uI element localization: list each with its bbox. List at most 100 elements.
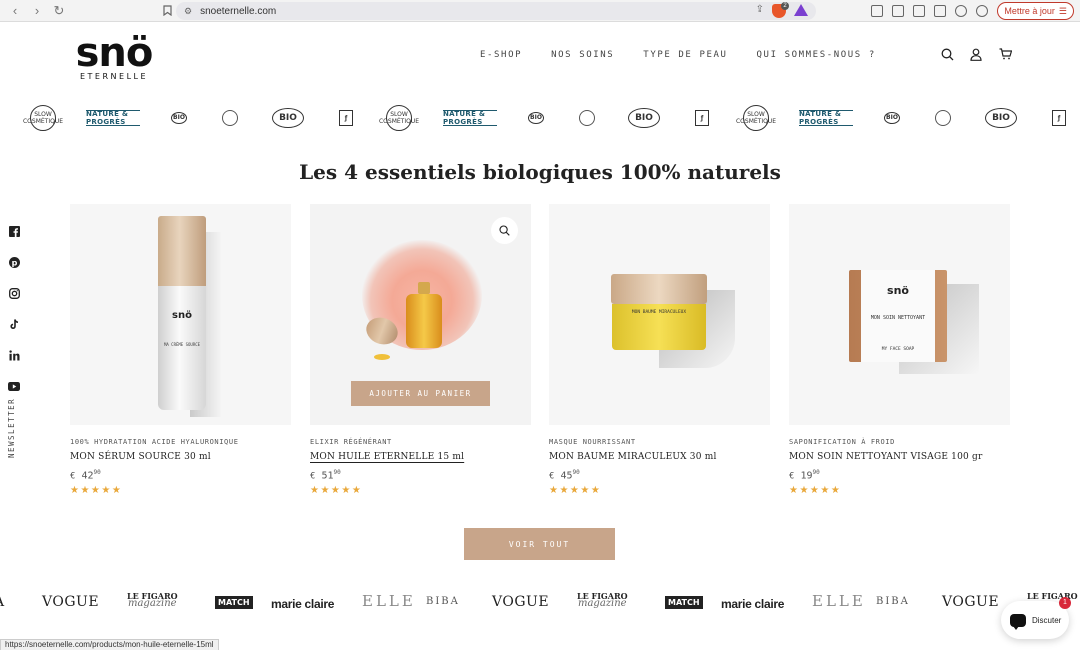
bottle-cap (158, 216, 206, 286)
forward-icon[interactable]: › (28, 2, 46, 20)
product-name[interactable]: MON SOIN NETTOYANT VISAGE 100 gr (789, 452, 1010, 462)
cart-icon[interactable] (998, 47, 1012, 61)
bottle-product-label: MA CRÈME SOURCE (163, 342, 201, 347)
pinterest-icon[interactable]: p (8, 256, 20, 268)
jar-lid (611, 274, 707, 304)
soap-sublabel: MY FACE SOAP (881, 347, 915, 352)
browser-right-controls: Mettre à jour ☰ (871, 2, 1074, 20)
product-price: € 4290 (70, 469, 291, 481)
share-icon[interactable]: ⇪ (756, 4, 764, 15)
linkedin-icon[interactable] (8, 349, 20, 361)
figaro-sub: magazine (577, 598, 627, 609)
search-icon[interactable] (940, 47, 954, 61)
press-logos: A VOGUE LE FIGAROmagazine MATCH marie cl… (0, 588, 1080, 620)
zoom-icon (499, 225, 510, 236)
leo-ai-icon[interactable] (955, 5, 968, 17)
soap-label: MON SOIN NETTOYANT (870, 315, 926, 321)
product-category: MASQUE NOURRISSANT (549, 438, 636, 446)
price-currency: € (70, 471, 76, 482)
logo-mark: snö (75, 30, 154, 76)
brave-shields-icon[interactable]: 2 (772, 2, 789, 18)
press-logo-vogue: VOGUE (42, 594, 100, 610)
product-card-serum[interactable]: snö MA CRÈME SOURCE 100% HYDRATATION ACI… (70, 204, 291, 496)
product-name[interactable]: MON BAUME MIRACULEUX 30 ml (549, 452, 770, 462)
cosmos-bio-text: BIO (884, 112, 900, 124)
certification-logos: SLOW COSMÉTIQUE NATURE & PROGRÈS BIO BIO… (0, 103, 1080, 133)
price-currency: € (789, 471, 795, 482)
nav-nos-soins[interactable]: NOS SOINS (551, 50, 614, 60)
product-category: ELIXIR RÉGÉNÉRANT (310, 438, 392, 446)
press-logo-marie-claire: marie claire (271, 597, 335, 611)
soap-brand: snö (887, 284, 909, 297)
product-category: 100% HYDRATATION ACIDE HYALURONIQUE (70, 438, 239, 446)
price-cents: 90 (812, 469, 820, 476)
bio-logo: BIO (272, 108, 304, 128)
product-name[interactable]: MON SÉRUM SOURCE 30 ml (70, 452, 291, 462)
bookmark-icon[interactable] (160, 4, 174, 18)
add-to-cart-button[interactable]: AJOUTER AU PANIER (351, 381, 490, 406)
price-amount: 45 (560, 470, 573, 482)
oil-bottle-illustration (406, 282, 442, 348)
quick-view-button[interactable] (491, 217, 518, 244)
screenshot-icon[interactable] (892, 5, 905, 17)
reload-icon[interactable]: ↻ (50, 2, 68, 20)
site-settings-icon[interactable]: ⚙ (184, 6, 192, 17)
price-amount: 42 (81, 470, 94, 482)
header-actions (940, 47, 1012, 61)
bottle-body: snö MA CRÈME SOURCE (158, 286, 206, 410)
newsletter-tab[interactable]: NEWSLETTER (7, 398, 16, 458)
chat-label: Discuter (1032, 615, 1062, 625)
price-cents: 90 (93, 469, 101, 476)
instagram-icon[interactable] (8, 287, 20, 299)
product-name[interactable]: MON HUILE ETERNELLE 15 ml (310, 452, 531, 462)
wallet-icon[interactable] (934, 5, 947, 17)
product-card-soap[interactable]: snö MON SOIN NETTOYANT MY FACE SOAP SAPO… (789, 204, 1010, 496)
price-cents: 90 (572, 469, 580, 476)
nav-qui-sommes-nous[interactable]: QUI SOMMES-NOUS ? (757, 50, 876, 60)
view-all-button[interactable]: VOIR TOUT (464, 528, 615, 560)
price-currency: € (549, 471, 555, 482)
ff-logo: ƒ (1052, 110, 1066, 126)
press-logo-marie-claire: marie claire (721, 597, 785, 611)
price-amount: 19 (800, 470, 813, 482)
bottle-brand: snö (172, 310, 192, 321)
product-image[interactable]: MON BAUME MIRACULEUX (549, 204, 770, 425)
product-card-baume[interactable]: MON BAUME MIRACULEUX MASQUE NOURRISSANT … (549, 204, 770, 496)
balm-jar-illustration: MON BAUME MIRACULEUX (611, 274, 707, 354)
address-bar[interactable]: ⚙ snoeternelle.com ⇪ 2 (176, 2, 816, 20)
vpn-icon[interactable] (976, 5, 989, 17)
nav-eshop[interactable]: E-SHOP (480, 50, 522, 60)
cosmos-organic-logo: BIO (880, 105, 904, 131)
price-currency: € (310, 471, 316, 482)
sidebar-icon[interactable] (913, 5, 926, 17)
account-icon[interactable] (969, 47, 983, 61)
vegan-logo (222, 110, 238, 126)
slow-cosmetique-logo: SLOW COSMÉTIQUE (23, 105, 63, 131)
svg-text:p: p (11, 258, 17, 267)
product-image[interactable]: snö MA CRÈME SOURCE (70, 204, 291, 425)
nav-type-de-peau[interactable]: TYPE DE PEAU (643, 50, 727, 60)
update-button[interactable]: Mettre à jour ☰ (997, 2, 1074, 20)
soap-wrapper: snö MON SOIN NETTOYANT MY FACE SOAP (861, 270, 935, 362)
oil-drop-illustration (374, 354, 390, 360)
brave-rewards-icon[interactable] (794, 4, 808, 16)
facebook-icon[interactable] (8, 225, 20, 237)
soap-box-illustration: snö MON SOIN NETTOYANT MY FACE SOAP (849, 270, 947, 362)
press-logo-fragment: A (0, 594, 5, 610)
youtube-icon[interactable] (8, 380, 20, 392)
product-card-huile[interactable]: AJOUTER AU PANIER ELIXIR RÉGÉNÉRANT MON … (310, 204, 531, 496)
chat-widget-button[interactable]: Discuter 1 (1001, 597, 1071, 639)
vegan-logo (935, 110, 951, 126)
address-url[interactable]: snoeternelle.com (200, 6, 276, 17)
back-icon[interactable]: ‹ (6, 2, 24, 20)
product-price: € 1990 (789, 469, 1010, 481)
extensions-icon[interactable] (871, 5, 884, 17)
vegan-logo (579, 110, 595, 126)
jar-body: MON BAUME MIRACULEUX (612, 304, 706, 350)
product-image[interactable]: snö MON SOIN NETTOYANT MY FACE SOAP (789, 204, 1010, 425)
tiktok-icon[interactable] (8, 318, 20, 330)
site-logo[interactable]: snö ETERNELLE (68, 30, 160, 81)
bottle-body (406, 294, 442, 348)
cosmos-organic-logo: BIO (167, 105, 191, 131)
product-image[interactable]: AJOUTER AU PANIER (310, 204, 531, 425)
